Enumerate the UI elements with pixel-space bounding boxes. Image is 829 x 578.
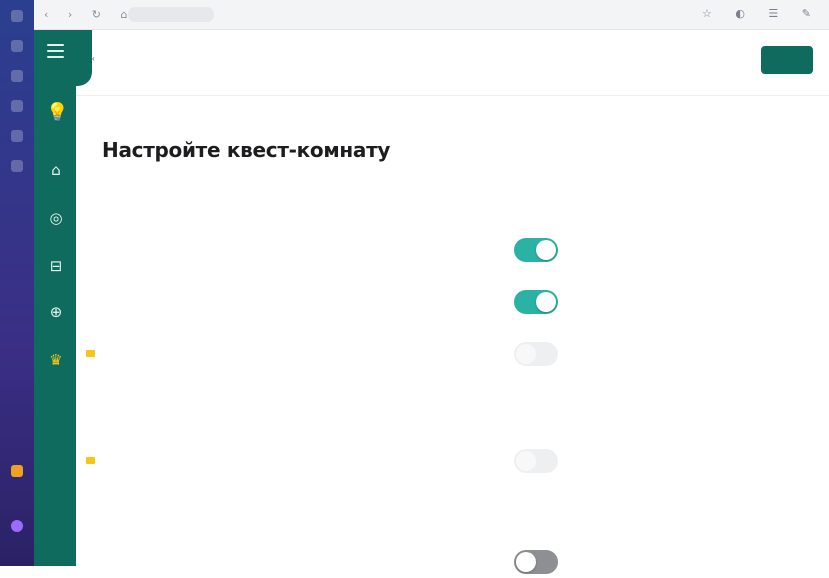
settings-row [76,548,676,578]
toggle-switch[interactable] [514,550,558,574]
app-sidebar: 💡 ⌂ ◎ ⊟ ⊕ ♛ [34,30,92,566]
os-app-icon[interactable] [11,40,23,52]
settings-row [76,236,676,266]
address-bar[interactable] [128,7,214,22]
toggle-switch[interactable] [514,238,558,262]
toggle-switch[interactable] [514,290,558,314]
save-button[interactable] [761,46,813,74]
back-link[interactable]: ‹ [92,54,95,63]
browser-toolbar: ‹ › ↻ ⌂ ☆ ◐ ☰ ✎ [34,0,829,30]
os-app-icon[interactable] [11,130,23,142]
os-app-icon[interactable] [11,160,23,172]
os-app-icon[interactable] [11,10,23,22]
sidebar-item-premium[interactable]: ♛ [38,352,74,370]
add-icon: ⊕ [49,303,63,321]
settings-row [76,340,676,370]
os-dock [0,0,34,566]
toggle-switch [514,342,558,366]
sidebar-item-create[interactable]: ⊕ [38,304,74,322]
premium-crown-icon [86,457,95,464]
sidebar-item-home[interactable]: ⌂ [38,162,74,180]
toggle-switch [514,449,558,473]
os-app-icon[interactable] [11,465,23,477]
home-icon: ⌂ [51,161,61,179]
folder-icon: ⊟ [49,257,63,275]
sidebar-item-folder[interactable]: ⊟ [38,258,74,276]
browser-extension-icons[interactable]: ☆ ◐ ☰ ✎ [702,7,821,20]
settings-panel: Настройте квест-комнату [76,96,829,574]
menu-button[interactable] [34,30,92,86]
library-icon: ◎ [49,209,63,227]
hamburger-icon [47,44,64,60]
os-app-icon[interactable] [11,100,23,112]
settings-row [76,288,676,318]
os-app-icon[interactable] [11,70,23,82]
sidebar-item-library[interactable]: ◎ [38,210,74,228]
premium-crown-icon [86,350,95,357]
settings-row [76,447,676,477]
browser-nav-buttons[interactable]: ‹ › ↻ ⌂ [44,8,136,21]
app-header: ‹ [76,30,829,96]
os-app-icon[interactable] [11,520,23,532]
lightbulb-icon[interactable]: 💡 [46,102,68,128]
crown-icon: ♛ [49,351,63,369]
page-title: Настройте квест-комнату [102,138,391,162]
